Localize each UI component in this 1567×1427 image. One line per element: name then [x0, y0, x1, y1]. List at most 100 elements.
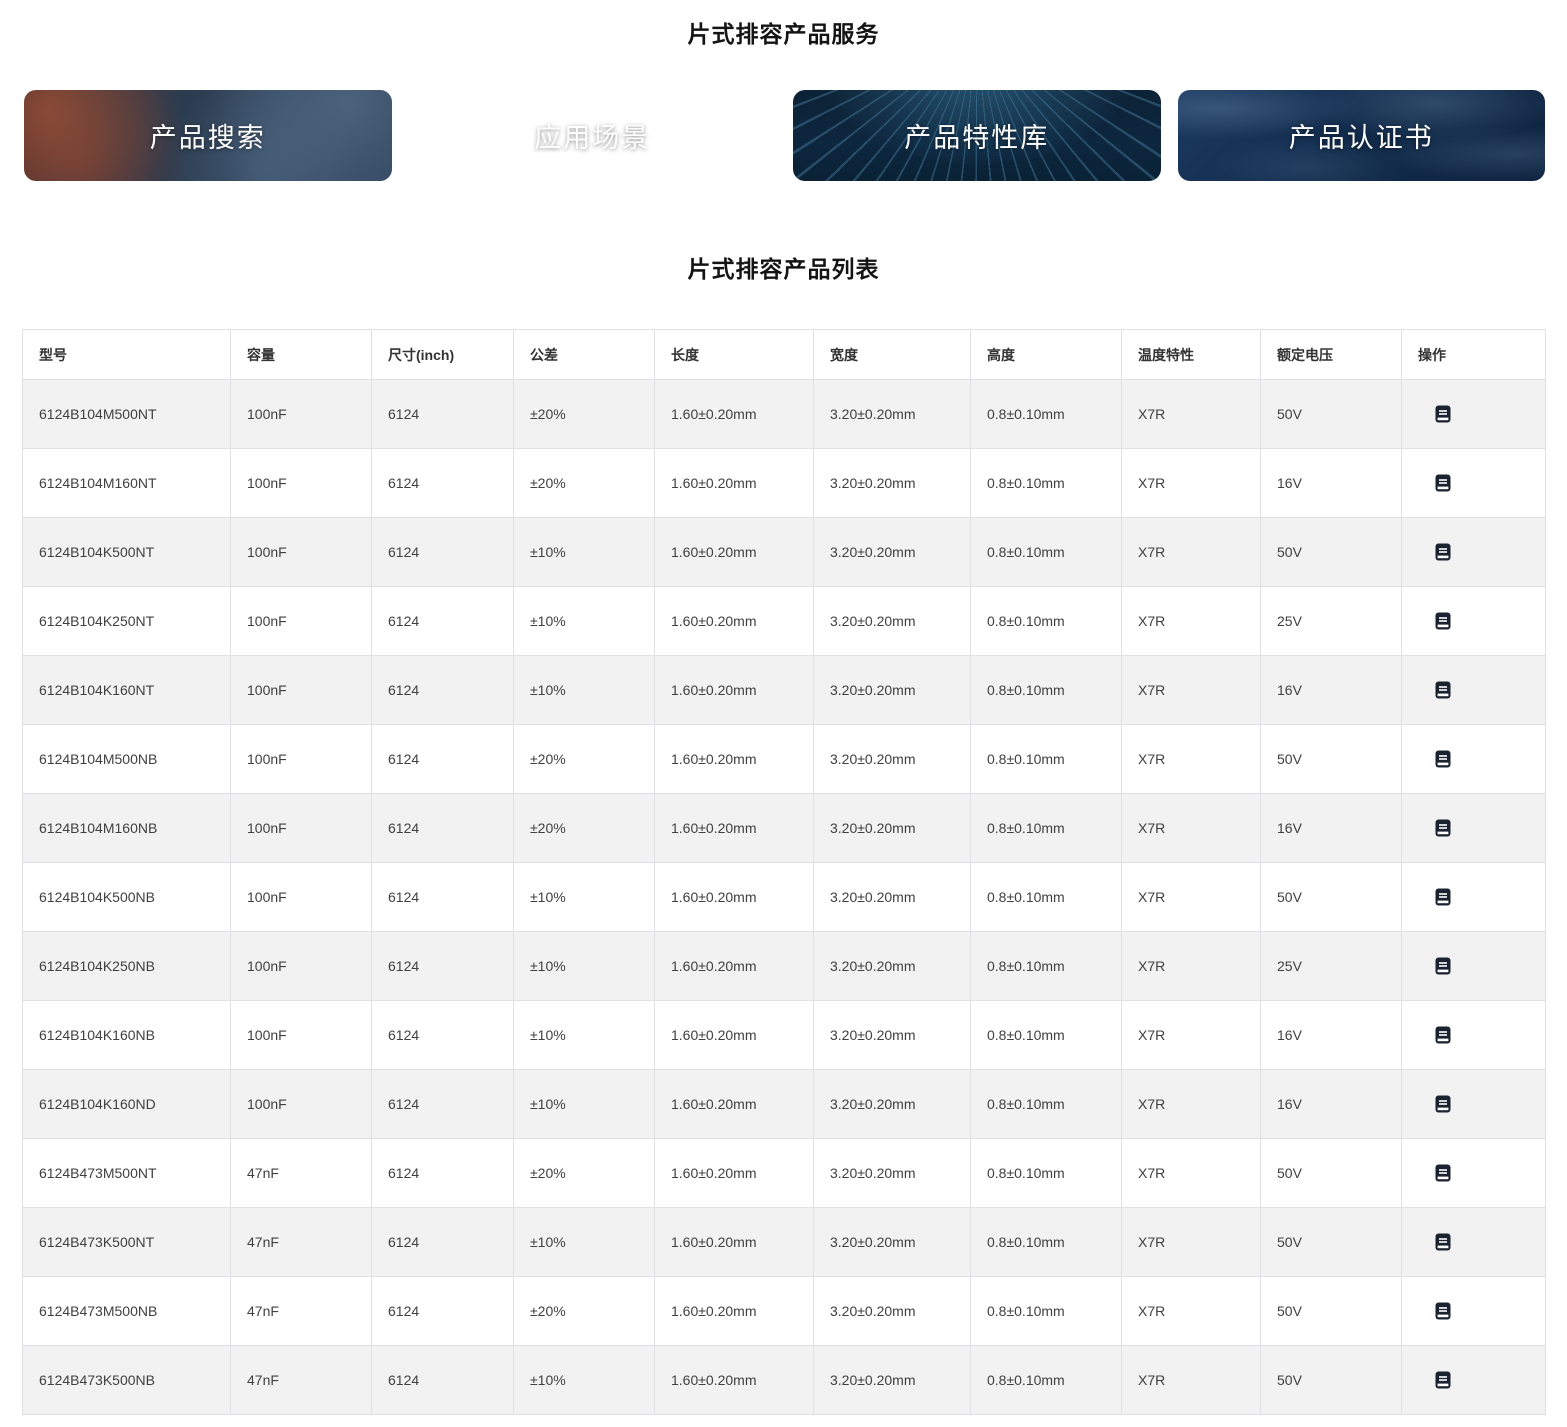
cell: ±10%	[513, 517, 655, 587]
cell: 6124	[371, 1207, 514, 1277]
view-document-button[interactable]	[1432, 886, 1454, 908]
view-document-button[interactable]	[1432, 1231, 1454, 1253]
action-cell	[1401, 793, 1546, 863]
cell: 0.8±0.10mm	[970, 1000, 1122, 1070]
cell: 100nF	[230, 931, 372, 1001]
action-cell	[1401, 586, 1546, 656]
view-document-button[interactable]	[1432, 955, 1454, 977]
banner-product-certificates[interactable]: 产品认证书	[1177, 90, 1545, 181]
journal-document-icon	[1435, 1371, 1451, 1389]
cell: 6124B104K500NT	[22, 517, 231, 587]
cell: 6124B104K160NT	[22, 655, 231, 725]
journal-document-icon	[1435, 750, 1451, 768]
table-row: 6124B104K500NT 100nF 6124 ±10% 1.60±0.20mm 3.…	[22, 517, 1546, 587]
cell: X7R	[1121, 1138, 1261, 1208]
action-cell	[1401, 517, 1546, 587]
cell: 100nF	[230, 1000, 372, 1070]
cell: 16V	[1260, 793, 1402, 863]
cell: 3.20±0.20mm	[813, 1345, 971, 1415]
column-header-9: 操作	[1401, 329, 1546, 380]
journal-document-icon	[1435, 1233, 1451, 1251]
journal-document-icon	[1435, 543, 1451, 561]
view-document-button[interactable]	[1432, 403, 1454, 425]
cell: 100nF	[230, 724, 372, 794]
cell: 6124B473K500NB	[22, 1345, 231, 1415]
table-row: 6124B473K500NT 47nF 6124 ±10% 1.60±0.20mm 3.2…	[22, 1207, 1546, 1277]
table-row: 6124B473K500NB 47nF 6124 ±10% 1.60±0.20mm 3.2…	[22, 1345, 1546, 1415]
cell: ±10%	[513, 586, 655, 656]
view-document-button[interactable]	[1432, 541, 1454, 563]
cell: 3.20±0.20mm	[813, 1207, 971, 1277]
cell: 0.8±0.10mm	[970, 862, 1122, 932]
cell: 1.60±0.20mm	[654, 1000, 814, 1070]
view-document-button[interactable]	[1432, 1369, 1454, 1391]
action-cell	[1401, 1069, 1546, 1139]
journal-document-icon	[1435, 1164, 1451, 1182]
cell: 0.8±0.10mm	[970, 379, 1122, 449]
view-document-button[interactable]	[1432, 472, 1454, 494]
banner-product-library-label: 产品特性库	[904, 123, 1050, 153]
cell: 50V	[1260, 1207, 1402, 1277]
column-header-8: 额定电压	[1260, 329, 1402, 380]
cell: 3.20±0.20mm	[813, 862, 971, 932]
action-cell	[1401, 931, 1546, 1001]
cell: X7R	[1121, 517, 1261, 587]
cell: 6124	[371, 379, 514, 449]
view-document-button[interactable]	[1432, 748, 1454, 770]
view-document-button[interactable]	[1432, 1093, 1454, 1115]
cell: 6124B104M160NT	[22, 448, 231, 518]
cell: 6124B104K250NB	[22, 931, 231, 1001]
service-banners: 产品搜索 应用场景 产品特性库 产品认证书	[24, 90, 1545, 181]
product-table: 型号 容量 尺寸(inch) 公差 长度 宽度 高度 温度特性 额定电压 操作 6124B104M…	[22, 329, 1546, 1415]
journal-document-icon	[1435, 681, 1451, 699]
banner-application-scenes[interactable]: 应用场景	[409, 90, 777, 181]
cell: ±20%	[513, 793, 655, 863]
cell: 50V	[1260, 379, 1402, 449]
cell: 3.20±0.20mm	[813, 1069, 971, 1139]
table-row: 6124B104K500NB 100nF 6124 ±10% 1.60±0.20mm 3.…	[22, 862, 1546, 932]
view-document-button[interactable]	[1432, 1024, 1454, 1046]
cell: 50V	[1260, 724, 1402, 794]
cell: 1.60±0.20mm	[654, 1069, 814, 1139]
cell: 3.20±0.20mm	[813, 586, 971, 656]
view-document-button[interactable]	[1432, 1300, 1454, 1322]
action-cell	[1401, 1276, 1546, 1346]
table-row: 6124B104M500NB 100nF 6124 ±20% 1.60±0.20mm 3.…	[22, 724, 1546, 794]
cell: 1.60±0.20mm	[654, 931, 814, 1001]
cell: 6124B104K500NB	[22, 862, 231, 932]
cell: ±20%	[513, 448, 655, 518]
cell: 25V	[1260, 931, 1402, 1001]
cell: 16V	[1260, 1069, 1402, 1139]
cell: ±20%	[513, 1138, 655, 1208]
cell: ±10%	[513, 1000, 655, 1070]
cell: 1.60±0.20mm	[654, 1207, 814, 1277]
cell: X7R	[1121, 1069, 1261, 1139]
cell: 6124B473K500NT	[22, 1207, 231, 1277]
cell: 6124B104K160NB	[22, 1000, 231, 1070]
cell: 3.20±0.20mm	[813, 724, 971, 794]
cell: 3.20±0.20mm	[813, 517, 971, 587]
cell: 3.20±0.20mm	[813, 1138, 971, 1208]
cell: 100nF	[230, 379, 372, 449]
cell: 6124B104K250NT	[22, 586, 231, 656]
cell: 6124	[371, 793, 514, 863]
cell: X7R	[1121, 586, 1261, 656]
cell: 50V	[1260, 517, 1402, 587]
banner-product-search[interactable]: 产品搜索	[24, 90, 392, 181]
cell: 16V	[1260, 1000, 1402, 1070]
view-document-button[interactable]	[1432, 610, 1454, 632]
cell: X7R	[1121, 862, 1261, 932]
list-title: 片式排容产品列表	[687, 256, 880, 282]
cell: 1.60±0.20mm	[654, 586, 814, 656]
cell: 1.60±0.20mm	[654, 724, 814, 794]
cell: 6124	[371, 1000, 514, 1070]
cell: 100nF	[230, 586, 372, 656]
cell: ±10%	[513, 1345, 655, 1415]
banner-product-library[interactable]: 产品特性库	[793, 90, 1161, 181]
view-document-button[interactable]	[1432, 1162, 1454, 1184]
banner-product-search-label: 产品搜索	[149, 123, 266, 153]
cell: 6124B473M500NT	[22, 1138, 231, 1208]
cell: 6124	[371, 1138, 514, 1208]
view-document-button[interactable]	[1432, 679, 1454, 701]
view-document-button[interactable]	[1432, 817, 1454, 839]
